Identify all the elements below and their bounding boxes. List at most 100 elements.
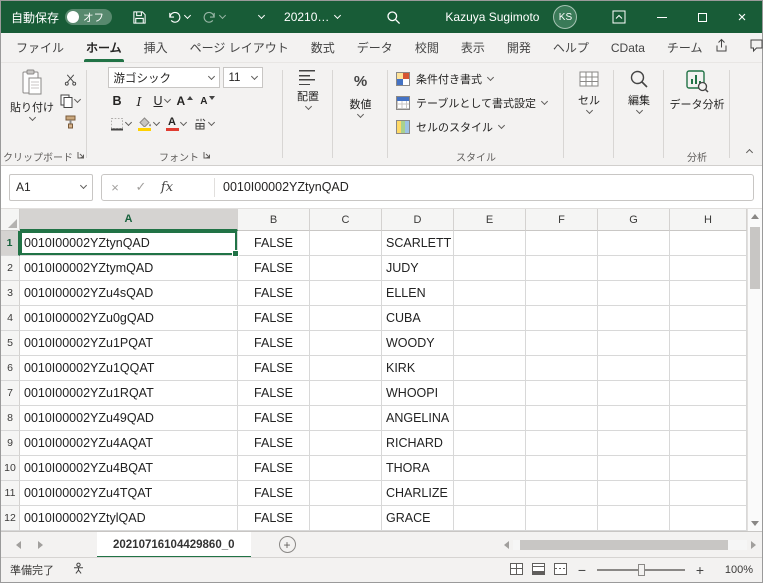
autosave-control[interactable]: 自動保存 オフ <box>11 9 113 26</box>
cell-D1[interactable]: SCARLETT <box>382 231 454 256</box>
cell-G3[interactable] <box>598 281 670 306</box>
cell-F7[interactable] <box>526 381 598 406</box>
cell-F1[interactable] <box>526 231 598 256</box>
cell-F5[interactable] <box>526 331 598 356</box>
cell-H11[interactable] <box>670 481 747 506</box>
cell-A2[interactable]: 0010I00002YZtymQAD <box>20 256 238 281</box>
cell-F6[interactable] <box>526 356 598 381</box>
enter-button[interactable]: ✓ <box>128 175 154 200</box>
borders-button[interactable] <box>108 114 133 134</box>
row-header-10[interactable]: 10 <box>1 456 20 481</box>
cell-H6[interactable] <box>670 356 747 381</box>
phonetic-guide-button[interactable] <box>191 114 216 134</box>
column-header-H[interactable]: H <box>670 209 747 231</box>
cell-F3[interactable] <box>526 281 598 306</box>
scroll-left-icon[interactable] <box>504 540 509 549</box>
redo-button[interactable] <box>196 1 231 33</box>
font-dialog-launcher[interactable] <box>203 151 211 162</box>
cell-F9[interactable] <box>526 431 598 456</box>
cell-B1[interactable]: FALSE <box>238 231 310 256</box>
cell-E9[interactable] <box>454 431 526 456</box>
cancel-button[interactable]: × <box>102 175 128 200</box>
cell-A7[interactable]: 0010I00002YZu1RQAT <box>20 381 238 406</box>
cell-E6[interactable] <box>454 356 526 381</box>
underline-button[interactable]: U <box>152 91 172 111</box>
zoom-slider-thumb[interactable] <box>638 564 645 576</box>
row-header-11[interactable]: 11 <box>1 481 20 506</box>
cell-B9[interactable]: FALSE <box>238 431 310 456</box>
formula-input[interactable]: 0010I00002YZtynQAD <box>223 180 349 194</box>
increase-font-size-button[interactable]: A <box>175 91 196 111</box>
cell-D4[interactable]: CUBA <box>382 306 454 331</box>
cell-A11[interactable]: 0010I00002YZu4TQAT <box>20 481 238 506</box>
comments-button[interactable] <box>749 38 763 58</box>
row-header-1[interactable]: 1 <box>1 231 20 256</box>
conditional-formatting-button[interactable]: 条件付き書式 <box>388 67 564 91</box>
decrease-font-size-button[interactable]: A <box>198 91 217 111</box>
ribbon-tab-insert[interactable]: 挿入 <box>133 33 179 62</box>
scroll-up-icon[interactable] <box>748 214 762 219</box>
page-layout-view-button[interactable] <box>532 562 545 578</box>
row-header-2[interactable]: 2 <box>1 256 20 281</box>
cell-H7[interactable] <box>670 381 747 406</box>
cell-B5[interactable]: FALSE <box>238 331 310 356</box>
scroll-down-icon[interactable] <box>748 521 762 526</box>
cell-C12[interactable] <box>310 506 382 531</box>
sheet-tab-active[interactable]: 20210716104429860_0 <box>97 531 251 558</box>
ribbon-display-options-button[interactable] <box>606 1 632 33</box>
cell-F8[interactable] <box>526 406 598 431</box>
cell-C9[interactable] <box>310 431 382 456</box>
row-header-5[interactable]: 5 <box>1 331 20 356</box>
column-header-C[interactable]: C <box>310 209 382 231</box>
cell-E1[interactable] <box>454 231 526 256</box>
cell-B11[interactable]: FALSE <box>238 481 310 506</box>
cell-F4[interactable] <box>526 306 598 331</box>
ribbon-tab-cdata[interactable]: CData <box>600 33 656 62</box>
maximize-button[interactable] <box>682 1 722 33</box>
cell-D11[interactable]: CHARLIZE <box>382 481 454 506</box>
cell-G8[interactable] <box>598 406 670 431</box>
avatar[interactable]: KS <box>553 5 578 29</box>
cell-D8[interactable]: ANGELINA <box>382 406 454 431</box>
font-color-button[interactable]: A <box>164 114 188 134</box>
minimize-button[interactable] <box>642 1 682 33</box>
cell-D7[interactable]: WHOOPI <box>382 381 454 406</box>
cell-E3[interactable] <box>454 281 526 306</box>
cell-B7[interactable]: FALSE <box>238 381 310 406</box>
cell-A5[interactable]: 0010I00002YZu1PQAT <box>20 331 238 356</box>
cell-A1[interactable]: 0010I00002YZtynQAD <box>20 231 239 257</box>
row-header-3[interactable]: 3 <box>1 281 20 306</box>
cells-button[interactable]: セル <box>574 65 604 147</box>
h-scrollbar-thumb[interactable] <box>520 539 729 550</box>
cell-B12[interactable]: FALSE <box>238 506 310 531</box>
cell-A4[interactable]: 0010I00002YZu0gQAD <box>20 306 238 331</box>
cell-D9[interactable]: RICHARD <box>382 431 454 456</box>
add-sheet-button[interactable]: + <box>278 536 296 553</box>
zoom-in-button[interactable]: + <box>694 562 706 578</box>
cell-E10[interactable] <box>454 456 526 481</box>
ribbon-tab-file[interactable]: ファイル <box>5 33 75 62</box>
cell-A8[interactable]: 0010I00002YZu49QAD <box>20 406 238 431</box>
v-scrollbar-thumb[interactable] <box>750 227 760 289</box>
cell-C3[interactable] <box>310 281 382 306</box>
cell-D3[interactable]: ELLEN <box>382 281 454 306</box>
column-header-B[interactable]: B <box>238 209 310 231</box>
cell-A12[interactable]: 0010I00002YZtylQAD <box>20 506 238 531</box>
alignment-button[interactable]: 配置 <box>293 65 323 147</box>
font-name-select[interactable]: 游ゴシック <box>107 67 220 88</box>
editing-button[interactable]: 編集 <box>624 65 654 147</box>
cell-H8[interactable] <box>670 406 747 431</box>
sheet-nav-right-button[interactable] <box>31 532 49 558</box>
cell-C7[interactable] <box>310 381 382 406</box>
cell-E7[interactable] <box>454 381 526 406</box>
select-all-button[interactable] <box>1 209 20 231</box>
cell-D2[interactable]: JUDY <box>382 256 454 281</box>
row-header-4[interactable]: 4 <box>1 306 20 331</box>
paste-button[interactable]: 貼り付け <box>6 65 58 147</box>
cell-F10[interactable] <box>526 456 598 481</box>
name-box[interactable]: A1 <box>9 173 93 201</box>
font-size-select[interactable]: 11 <box>222 67 263 88</box>
cell-H9[interactable] <box>670 431 747 456</box>
cell-C4[interactable] <box>310 306 382 331</box>
cell-H10[interactable] <box>670 456 747 481</box>
